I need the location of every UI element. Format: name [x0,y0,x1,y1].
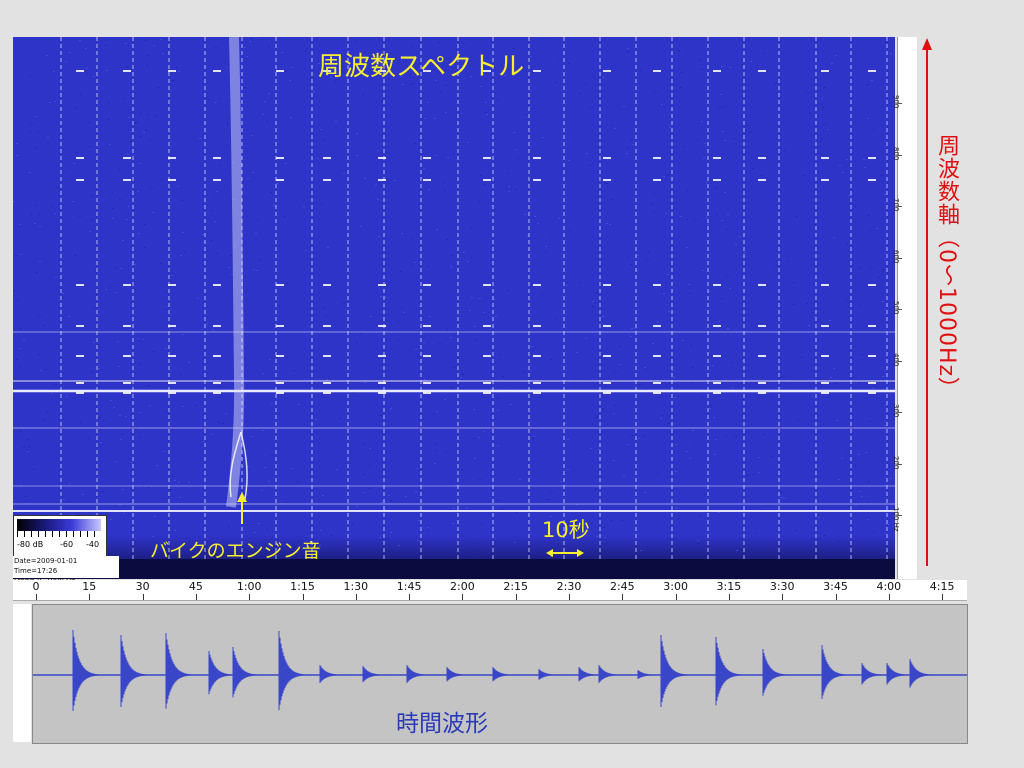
time-tick-label: 15 [82,580,97,593]
freq-tick-mark [898,463,902,465]
time-tick-mark [195,594,197,600]
recording-metadata: Date=2009-01-01 Time=17:26 Freq= 0..1000… [13,556,119,585]
time-tick-mark [569,594,570,600]
time-tick-mark [409,594,411,600]
freq-tick-label: 400 [892,352,900,366]
time-tick-label: 3:00 [663,580,688,593]
freq-tick-label: 700 [892,198,900,212]
recording-date-time: Date=2009-01-01 Time=17:26 [14,557,78,575]
time-tick-label: 1:00 [236,580,262,593]
freq-tick-mark [898,412,902,413]
time-tick-label: 1:45 [396,580,422,593]
time-tick-mark [888,594,890,600]
time-tick-label: 2:00 [450,580,475,593]
time-tick-label: 2:15 [503,580,529,593]
waveform-plot [33,630,967,711]
freq-tick-mark [898,154,902,156]
waveform-title: 時間波形 [396,711,488,737]
time-tick-mark [462,594,464,600]
time-tick-label: 3:45 [823,580,848,593]
freq-tick-label: 900 [892,95,900,109]
freq-tick-mark [898,206,902,207]
ten-sec-left-arrowhead-icon [546,549,553,557]
time-tick-label: 2:30 [556,580,582,593]
freq-tick-mark [898,309,902,310]
ten-sec-right-arrowhead-icon [577,549,584,557]
time-tick-mark [89,594,91,600]
time-tick-mark [835,594,837,600]
freq-tick-label: 600 [892,249,900,263]
time-tick-label: 1:15 [290,580,315,593]
engine-pointer-arrowhead-icon [237,492,247,502]
time-tick-mark [515,594,517,600]
time-tick-mark [142,594,144,600]
time-tick-mark [36,594,37,600]
colorbar-label-max: -40 [86,540,100,549]
time-tick-label: 4:15 [929,580,955,593]
waveform-amplitude-scale [13,604,31,742]
frequency-axis-label: 周波数軸（0〜1000Hz） [934,134,959,401]
time-tick-label: 3:15 [716,580,742,593]
freq-tick-label: 800 [892,146,900,160]
time-tick-label: 4:00 [876,580,902,593]
time-tick-mark [249,594,251,600]
time-tick-label: 0 [32,580,40,593]
time-tick-mark [675,594,677,600]
time-tick-label: 45 [188,580,203,593]
frequency-axis-scale: 100 Hz 200 300 400 500 600 700 800 900 [892,37,917,579]
freq-tick-label: 100 Hz [892,507,900,532]
waveform-view [32,604,968,744]
freq-tick-mark [898,103,902,104]
time-tick-mark [355,594,357,600]
time-tick-mark [622,594,624,600]
time-tick-mark [302,594,304,600]
time-tick-mark [728,594,730,600]
freq-tick-mark [898,257,902,259]
colorbar-label-min: -80 dB [17,540,44,549]
colorbar-label-mid: -60 [60,540,74,549]
time-tick-label: 2:45 [609,580,635,593]
time-tick-label: 30 [135,580,150,593]
time-axis-ruler: 0 15 30 45 1:00 1:15 1:30 1:45 2:00 2:15 2:30 2:45 3… [13,580,967,601]
time-tick-mark [942,594,944,600]
db-colorbar-legend: -80 dB -60 -40 [13,515,107,557]
time-tick-mark [782,594,784,600]
freq-tick-mark [898,515,902,516]
freq-tick-label: 300 [892,404,900,418]
time-tick-label: 1:30 [343,580,369,593]
time-tick-label: 3:30 [769,580,795,593]
colorbar-ticks [17,531,101,537]
freq-tick-label: 500 [892,301,900,315]
freq-tick-mark [898,360,902,362]
freq-tick-label: 200 [892,455,900,469]
colorbar-gradient [17,519,101,531]
